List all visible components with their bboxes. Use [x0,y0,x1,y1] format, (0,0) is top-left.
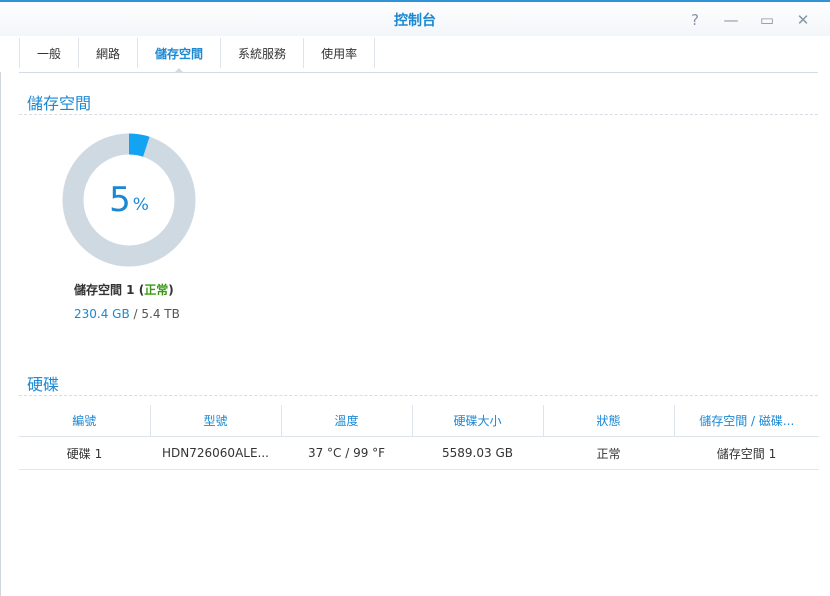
disk-size: 5589.03 GB [412,436,543,470]
minimize-icon[interactable]: — [718,10,744,30]
disks-section-title: 硬碟 [27,375,60,394]
tab-bar: 一般 網路 儲存空間 系統服務 使用率 [19,38,818,73]
disk-id: 硬碟 1 [19,436,150,470]
volume-usage: 230.4 GB / 5.4 TB [74,307,180,321]
disk-table-header: 編號 型號 溫度 硬碟大小 狀態 儲存空間 / 磁碟... [19,405,819,437]
volume-name: 儲存空間 1 [74,283,135,297]
disk-temperature: 37 °C / 99 °F [281,436,412,470]
volume-usage-separator: / [129,307,142,321]
column-header-status[interactable]: 狀態 [543,405,675,437]
volume-total: 5.4 TB [141,307,180,321]
volume-used: 230.4 GB [74,307,130,321]
column-header-size[interactable]: 硬碟大小 [412,405,544,437]
column-header-volume[interactable]: 儲存空間 / 磁碟... [674,405,819,437]
panel-left-border [0,72,1,596]
disk-table: 編號 型號 溫度 硬碟大小 狀態 儲存空間 / 磁碟... 硬碟 1 HDN72… [19,405,819,470]
volume-status: 正常 [144,283,169,297]
window-controls: ? — ▭ ✕ [682,10,816,30]
tab-services[interactable]: 系統服務 [221,38,305,68]
table-row[interactable]: 硬碟 1 HDN726060ALE... 37 °C / 99 °F 5589.… [19,436,819,470]
tab-storage[interactable]: 儲存空間 [138,38,222,73]
column-header-temperature[interactable]: 溫度 [281,405,413,437]
disks-section-divider [19,395,818,396]
title-bar[interactable]: 控制台 ? — ▭ ✕ [0,2,830,36]
tab-general[interactable]: 一般 [19,38,80,68]
control-panel-window: 控制台 ? — ▭ ✕ 一般 網路 儲存空間 系統服務 使用率 儲存空間 5 %… [0,0,830,596]
storage-section-title: 儲存空間 [27,94,92,113]
column-header-model[interactable]: 型號 [150,405,282,437]
disk-model: HDN726060ALE... [150,436,281,470]
usage-percentage: 5 % [62,133,196,267]
tab-network[interactable]: 網路 [79,38,139,68]
help-icon[interactable]: ? [682,10,708,30]
column-header-id[interactable]: 編號 [19,405,151,437]
maximize-icon[interactable]: ▭ [754,10,780,30]
disk-volume: 儲存空間 1 [674,436,819,470]
disk-status: 正常 [543,436,674,470]
volume-label: 儲存空間 1 (正常) [74,283,174,297]
storage-section-divider [19,114,818,115]
usage-percent-value: 5 [109,180,131,220]
close-icon[interactable]: ✕ [790,10,816,30]
usage-percent-sign: % [132,195,149,215]
tab-usage[interactable]: 使用率 [304,38,376,68]
